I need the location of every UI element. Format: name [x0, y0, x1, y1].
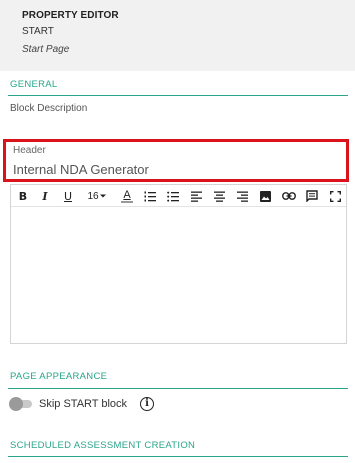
editor-toolbar: B I U 16 A: [11, 185, 346, 207]
link-icon[interactable]: [281, 188, 297, 204]
align-center-icon[interactable]: [212, 188, 226, 204]
fullscreen-icon[interactable]: [328, 188, 342, 204]
block-name: START: [22, 26, 54, 37]
skip-start-label: Skip START block: [39, 398, 128, 410]
section-scheduled-label: SCHEDULED ASSESSMENT CREATION: [10, 440, 196, 451]
toggle-knob: [9, 397, 23, 411]
comment-icon[interactable]: [305, 188, 319, 204]
section-general-divider: [8, 95, 348, 96]
header-field[interactable]: Header: [3, 139, 349, 182]
ordered-list-icon[interactable]: [143, 188, 157, 204]
section-scheduled-divider: [8, 456, 348, 457]
bold-icon[interactable]: B: [17, 188, 29, 204]
section-general-label: GENERAL: [10, 79, 58, 90]
font-color-swatch: [121, 200, 133, 203]
font-color-letter: A: [123, 188, 131, 201]
skip-start-toggle[interactable]: [9, 397, 33, 411]
align-left-icon[interactable]: [189, 188, 203, 204]
block-description-label[interactable]: Block Description: [10, 103, 87, 114]
font-color-icon[interactable]: A: [119, 188, 135, 204]
header-input[interactable]: [13, 162, 333, 177]
page-name: Start Page: [22, 44, 70, 55]
section-page-appearance-label: PAGE APPEARANCE: [10, 371, 108, 382]
info-icon[interactable]: i: [140, 397, 154, 411]
underline-icon[interactable]: U: [62, 188, 74, 204]
italic-icon[interactable]: I: [39, 188, 51, 204]
font-size-value: 16: [87, 190, 99, 202]
property-editor-header: PROPERTY EDITOR START Start Page: [0, 0, 355, 71]
header-field-label: Header: [13, 145, 46, 156]
chevron-down-icon: [99, 194, 106, 198]
image-icon[interactable]: [258, 188, 272, 204]
align-right-icon[interactable]: [235, 188, 249, 204]
editor-content-area[interactable]: [11, 208, 346, 343]
section-page-appearance-divider: [8, 388, 348, 389]
panel-title: PROPERTY EDITOR: [22, 10, 119, 21]
rich-text-editor[interactable]: B I U 16 A: [10, 184, 347, 344]
unordered-list-icon[interactable]: [166, 188, 180, 204]
font-size-select[interactable]: 16: [83, 188, 111, 204]
